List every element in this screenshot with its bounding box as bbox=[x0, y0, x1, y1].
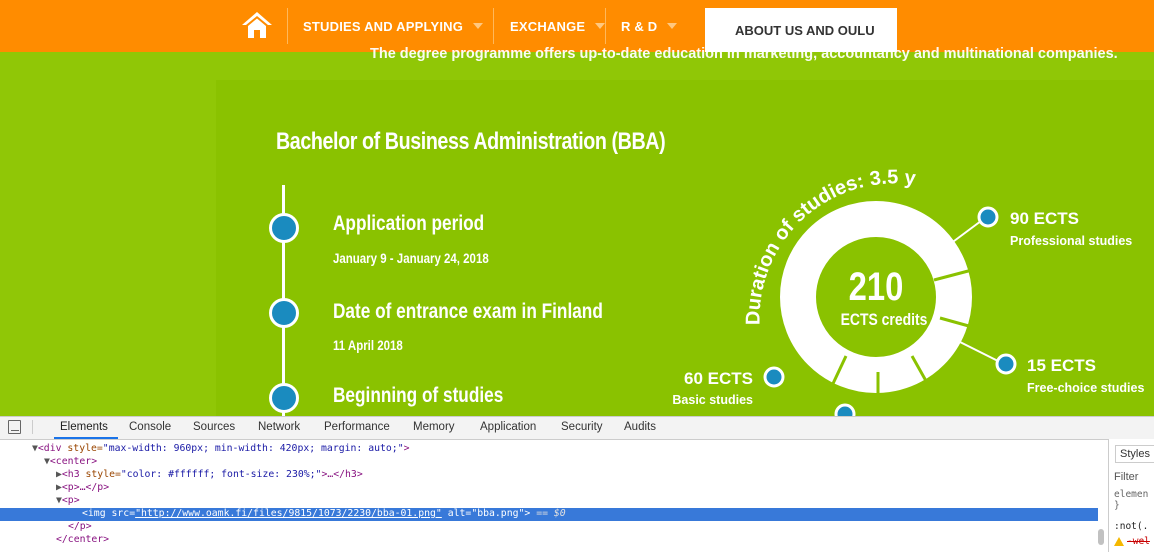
segment-dot bbox=[995, 353, 1017, 375]
dom-attr-value: "max-width: 960px; min-width: 420px; mar… bbox=[102, 443, 404, 454]
dom-attr-name: alt= bbox=[441, 508, 472, 519]
segment-credits: 15 ECTS bbox=[1027, 356, 1096, 375]
dom-attr-name: src= bbox=[111, 508, 136, 519]
segment-label: Free-choice studies bbox=[1027, 381, 1144, 395]
selected-dom-node[interactable]: <img src="http://www.oamk.fi/files/9815/… bbox=[0, 508, 1098, 521]
duration-label: Duration of studies: 3.5 years bbox=[0, 0, 918, 325]
tab-application[interactable]: Application bbox=[480, 421, 536, 433]
warning-icon bbox=[1114, 537, 1124, 546]
dom-tag: <div bbox=[37, 443, 68, 454]
credits-ring-diagram: Duration of studies: 3.5 years 210 ECTS … bbox=[0, 0, 1144, 416]
style-property: -wel bbox=[1127, 536, 1150, 547]
dom-node[interactable]: ▼<div style="max-width: 960px; min-width… bbox=[32, 443, 410, 456]
total-credits-unit: ECTS credits bbox=[841, 311, 928, 330]
segment-credits: 90 ECTS bbox=[1010, 209, 1079, 228]
dom-node[interactable]: ▶<h3 style="color: #ffffff; font-size: 2… bbox=[56, 469, 363, 482]
dom-tag: > bbox=[403, 443, 410, 454]
tab-styles[interactable]: Styles bbox=[1115, 445, 1154, 463]
devtools-tab-bar: Elements Console Sources Network Perform… bbox=[0, 417, 1154, 440]
styles-pane: Styles Filter elemen } :not(. -wel bbox=[1108, 439, 1154, 552]
segment-connector bbox=[955, 339, 1001, 363]
tab-console[interactable]: Console bbox=[129, 421, 171, 433]
segment-label: Professional studies bbox=[1010, 234, 1132, 248]
tab-security[interactable]: Security bbox=[561, 421, 603, 433]
dom-node[interactable]: </p> bbox=[68, 521, 92, 534]
dom-tag: >…</h3> bbox=[321, 469, 363, 480]
toolbar-divider bbox=[32, 420, 33, 434]
inspect-element-icon[interactable] bbox=[8, 420, 21, 434]
tab-audits[interactable]: Audits bbox=[624, 421, 656, 433]
selection-indicator: == $0 bbox=[530, 508, 566, 519]
segment-dot bbox=[763, 366, 785, 388]
segment-credits: 60 ECTS bbox=[684, 369, 753, 388]
dom-tag: <p>…</p> bbox=[61, 482, 110, 493]
segment-dot bbox=[834, 403, 856, 416]
dom-node[interactable]: ▼<p> bbox=[56, 495, 80, 508]
dom-attr-link[interactable]: "http://www.oamk.fi/files/9815/1073/2230… bbox=[135, 508, 442, 519]
dom-tag: </p> bbox=[68, 521, 92, 532]
tab-network[interactable]: Network bbox=[258, 421, 300, 433]
dom-tag: <img bbox=[82, 508, 112, 519]
styles-filter-input[interactable]: Filter bbox=[1114, 471, 1138, 483]
tab-memory[interactable]: Memory bbox=[413, 421, 455, 433]
style-rule: elemen } bbox=[1114, 489, 1149, 511]
scrollbar-thumb[interactable] bbox=[1098, 529, 1104, 545]
dom-attr-name: style= bbox=[67, 443, 103, 454]
dom-attr-name: style= bbox=[85, 469, 121, 480]
segment-connector bbox=[941, 217, 986, 251]
dom-node[interactable]: ▶<p>…</p> bbox=[56, 482, 109, 495]
segment-dot bbox=[977, 206, 999, 228]
dom-tag: <p> bbox=[61, 495, 80, 506]
dom-tag: <h3 bbox=[61, 469, 86, 480]
active-tab-indicator bbox=[54, 437, 118, 439]
devtools-panel: Elements Console Sources Network Perform… bbox=[0, 416, 1154, 552]
dom-attr-value: "bba.png" bbox=[471, 508, 525, 519]
dom-tag: <center> bbox=[49, 456, 98, 467]
total-credits: 210 bbox=[849, 264, 904, 309]
style-selector: :not(. bbox=[1114, 521, 1149, 532]
segment-label: Basic studies bbox=[672, 393, 753, 407]
tab-performance[interactable]: Performance bbox=[324, 421, 390, 433]
tab-elements[interactable]: Elements bbox=[60, 421, 108, 433]
dom-node[interactable]: </center> bbox=[56, 534, 109, 547]
dom-node[interactable]: ▼<center> bbox=[44, 456, 97, 469]
tab-sources[interactable]: Sources bbox=[193, 421, 235, 433]
style-warning: -wel bbox=[1114, 536, 1150, 547]
dom-attr-value: "color: #ffffff; font-size: 230%;" bbox=[120, 469, 322, 480]
dom-tag: </center> bbox=[56, 534, 110, 545]
dom-tree: ▼<div style="max-width: 960px; min-width… bbox=[0, 441, 1100, 551]
